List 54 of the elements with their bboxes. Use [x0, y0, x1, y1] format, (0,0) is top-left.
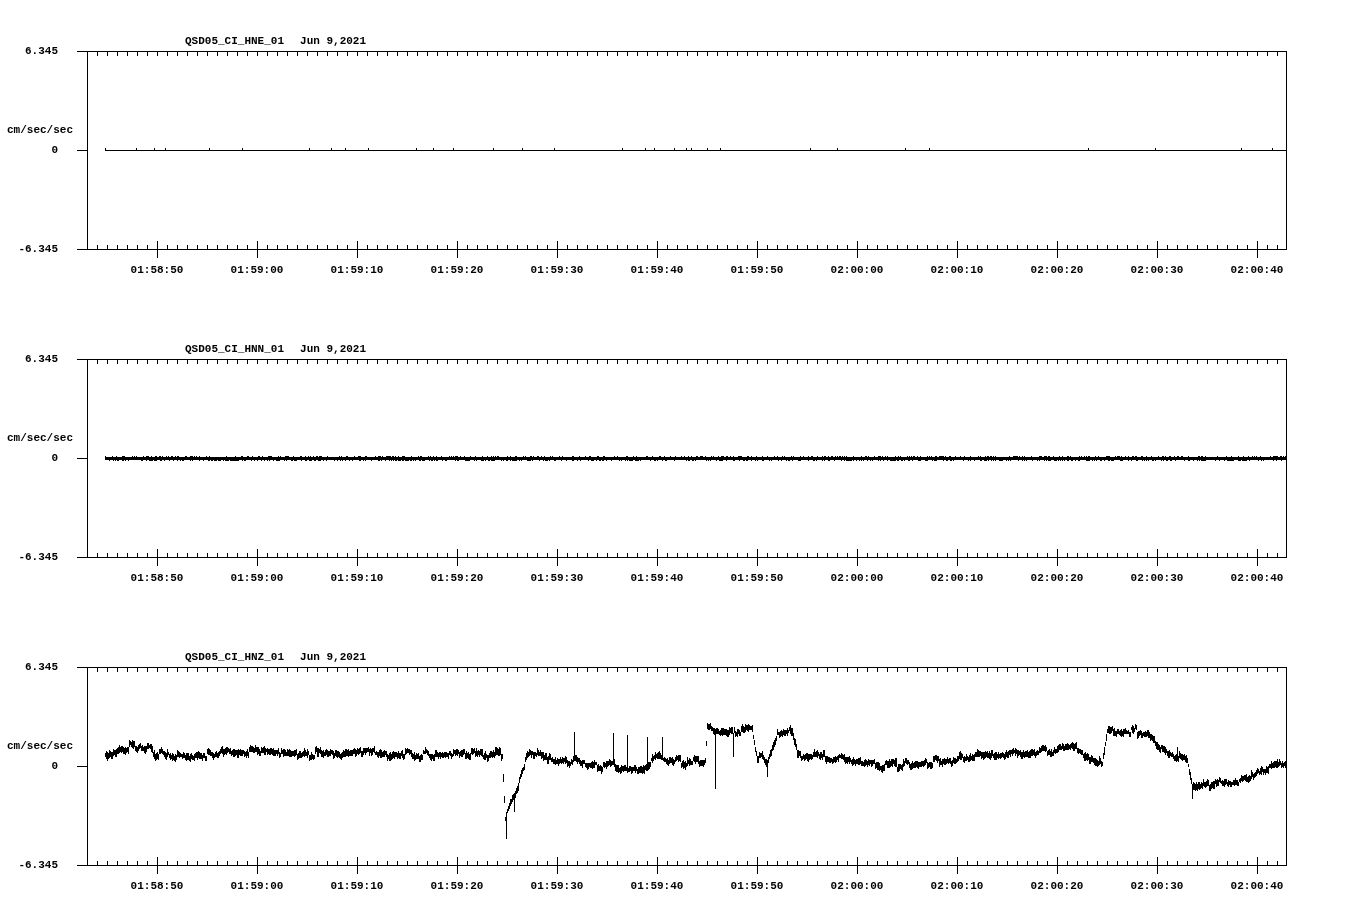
y-min-label: -6.345 [17, 242, 58, 257]
time-label: 02:00:20 [1029, 879, 1085, 893]
time-label: 01:58:50 [129, 879, 185, 893]
time-label: 01:59:20 [429, 879, 485, 893]
station-title: QSD05_CI_HNE_01 [185, 34, 285, 49]
time-label: 02:00:00 [829, 263, 885, 277]
time-label: 01:59:40 [629, 571, 685, 585]
date-label: Jun 9,2021 [300, 342, 367, 357]
y-zero-label: 0 [50, 759, 58, 774]
y-unit-label: cm/sec/sec [6, 739, 74, 754]
y-max-label: 6.345 [24, 352, 58, 367]
time-label: 02:00:00 [829, 879, 885, 893]
time-label: 01:59:00 [229, 879, 285, 893]
y-unit-label: cm/sec/sec [6, 123, 74, 138]
time-label: 01:59:10 [329, 263, 385, 277]
time-label: 02:00:20 [1029, 263, 1085, 277]
time-label: 01:59:50 [729, 879, 785, 893]
time-label: 01:59:30 [529, 571, 585, 585]
time-label: 02:00:40 [1229, 571, 1285, 585]
time-label: 02:00:10 [929, 263, 985, 277]
time-label: 01:59:50 [729, 263, 785, 277]
time-label: 01:59:20 [429, 571, 485, 585]
time-label: 02:00:00 [829, 571, 885, 585]
time-label: 01:59:00 [229, 263, 285, 277]
date-label: Jun 9,2021 [300, 650, 367, 665]
station-title: QSD05_CI_HNZ_01 [185, 650, 285, 665]
time-label: 01:58:50 [129, 263, 185, 277]
y-max-label: 6.345 [24, 44, 58, 59]
time-label: 02:00:20 [1029, 571, 1085, 585]
y-min-label: -6.345 [17, 550, 58, 565]
time-label: 02:00:40 [1229, 263, 1285, 277]
time-label: 01:59:10 [329, 571, 385, 585]
time-label: 01:59:00 [229, 571, 285, 585]
y-min-label: -6.345 [17, 858, 58, 873]
y-max-label: 6.345 [24, 660, 58, 675]
time-label: 01:59:30 [529, 263, 585, 277]
time-label: 02:00:40 [1229, 879, 1285, 893]
time-label: 01:59:20 [429, 263, 485, 277]
time-label: 02:00:30 [1129, 571, 1185, 585]
time-label: 01:59:50 [729, 571, 785, 585]
time-label: 01:59:40 [629, 879, 685, 893]
y-zero-label: 0 [50, 143, 58, 158]
date-label: Jun 9,2021 [300, 34, 367, 49]
time-label: 01:58:50 [129, 571, 185, 585]
time-label: 02:00:30 [1129, 879, 1185, 893]
time-label: 01:59:10 [329, 879, 385, 893]
time-label: 01:59:30 [529, 879, 585, 893]
time-label: 01:59:40 [629, 263, 685, 277]
time-label: 02:00:10 [929, 571, 985, 585]
time-label: 02:00:30 [1129, 263, 1185, 277]
y-zero-label: 0 [50, 451, 58, 466]
y-unit-label: cm/sec/sec [6, 431, 74, 446]
time-label: 02:00:10 [929, 879, 985, 893]
station-title: QSD05_CI_HNN_01 [185, 342, 285, 357]
